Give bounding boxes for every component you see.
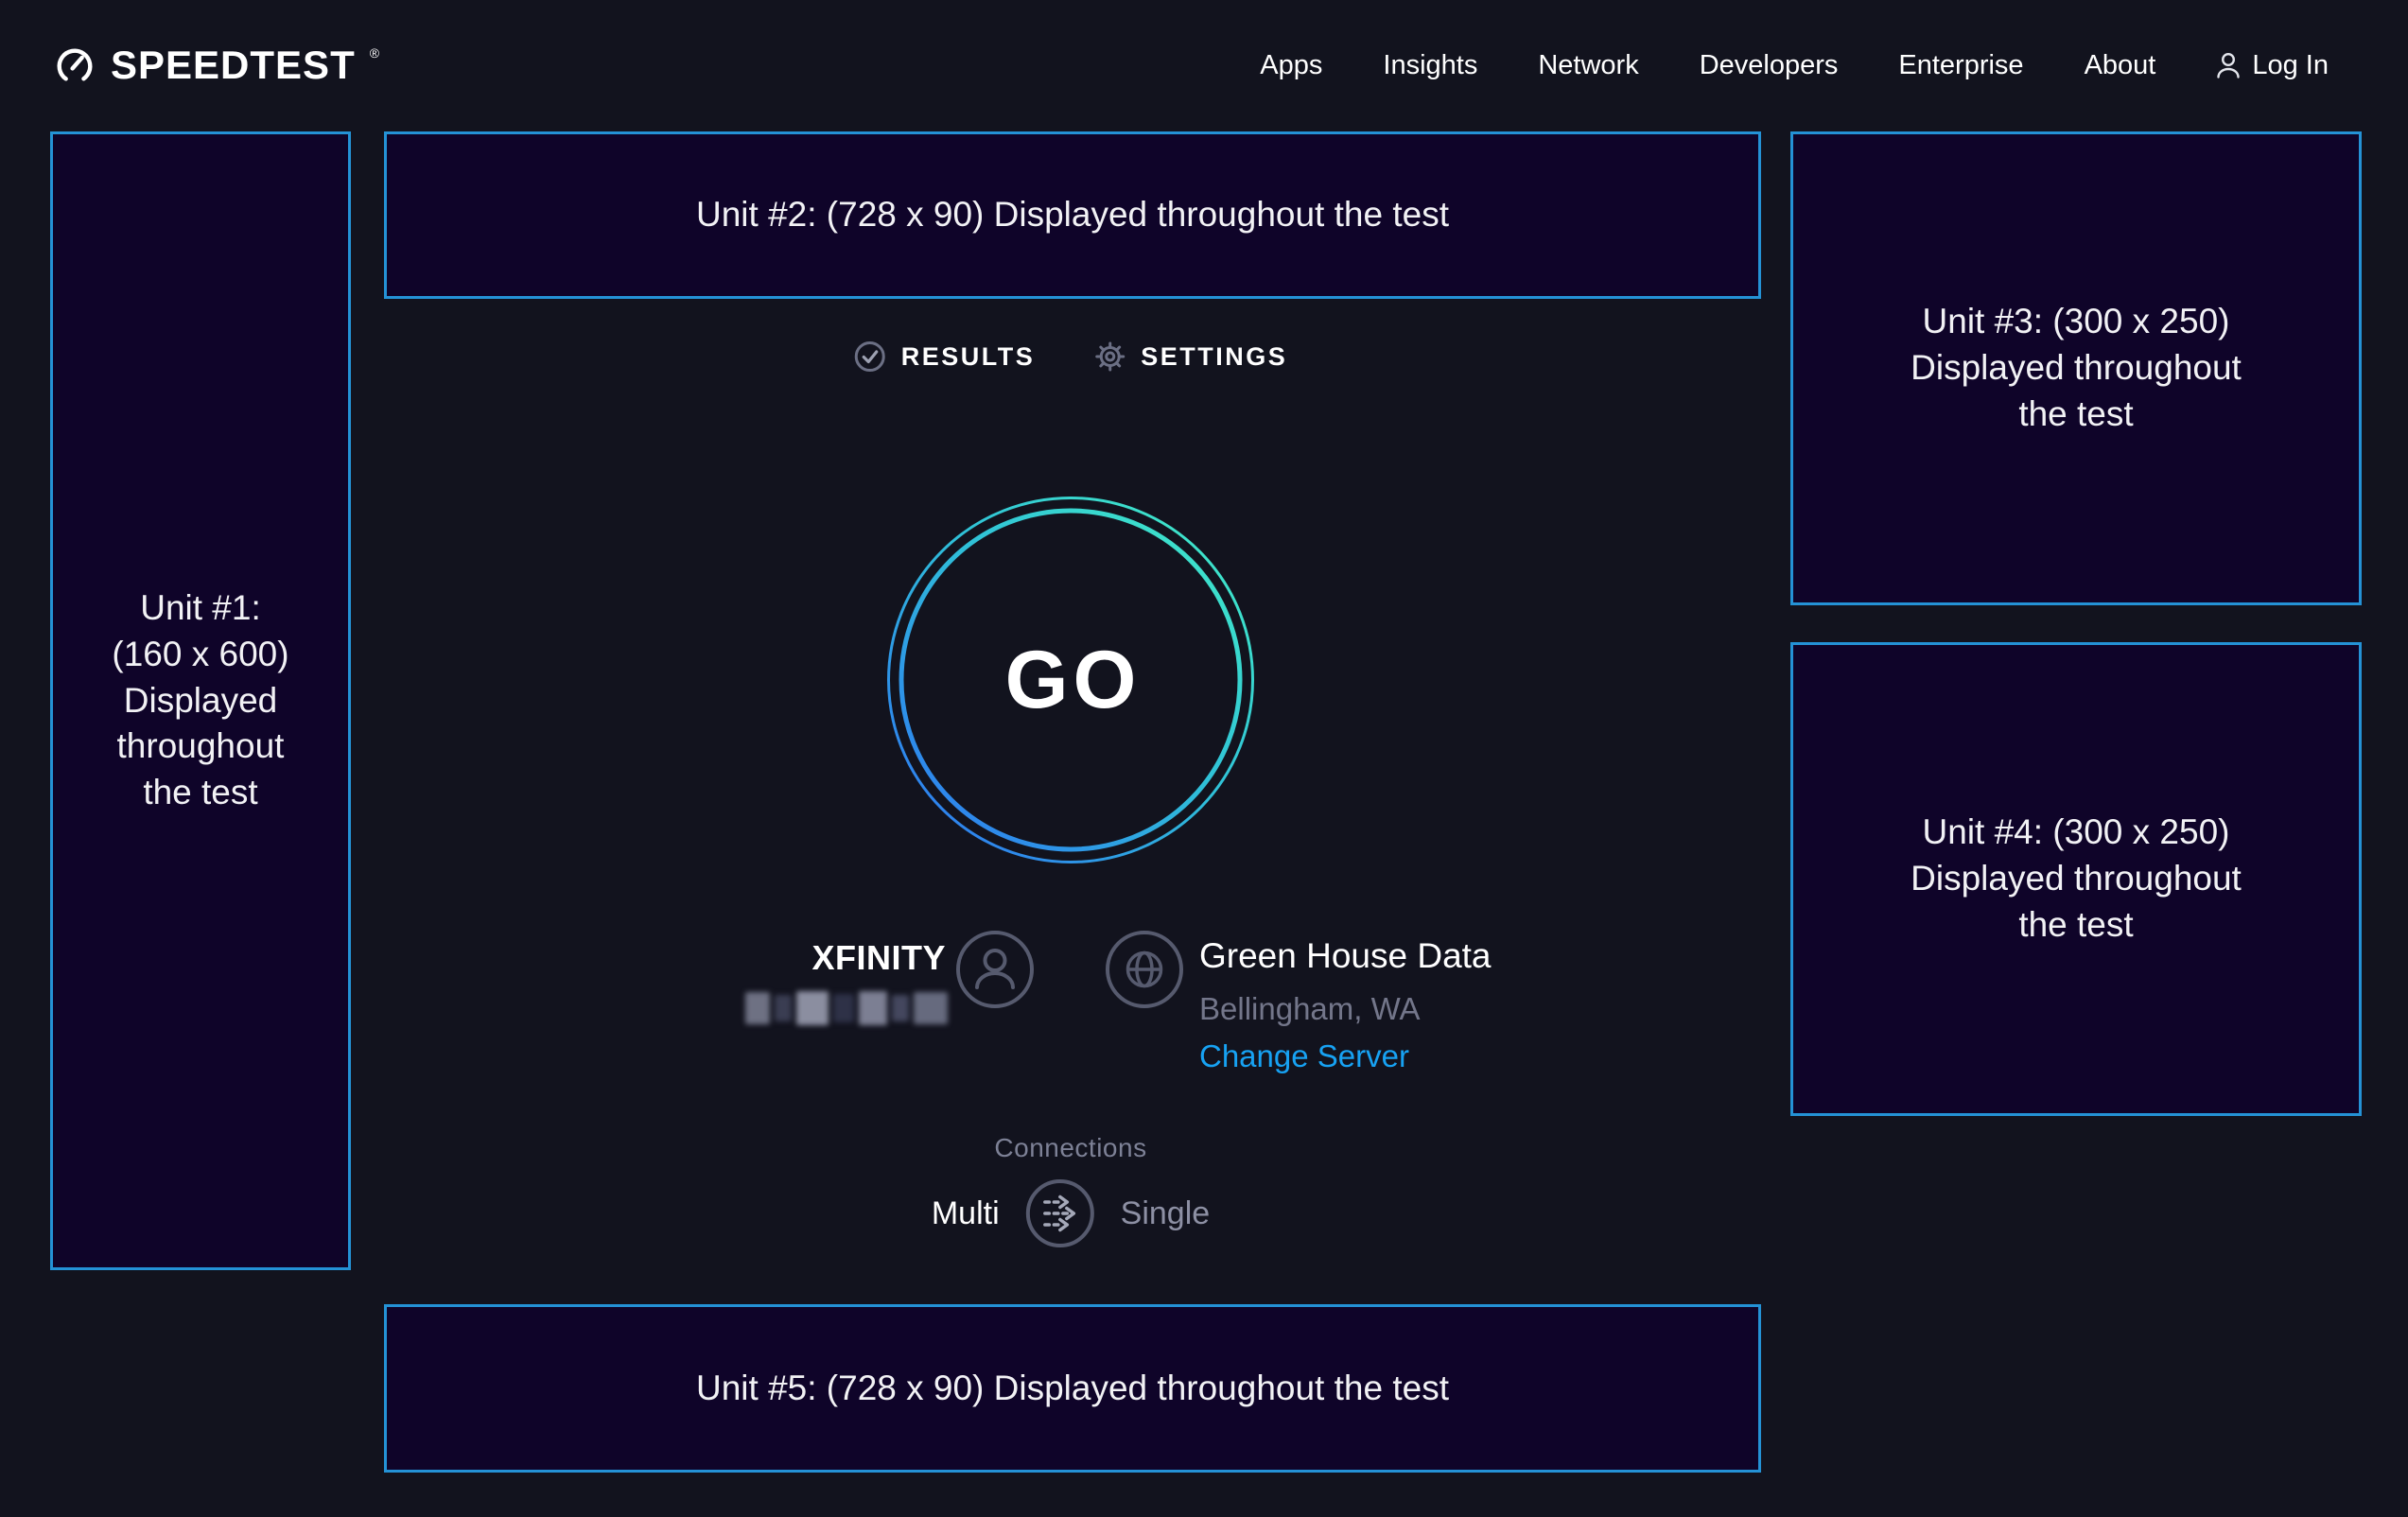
top-nav: SPEEDTEST ® Apps Insights Network Develo… (0, 0, 2408, 131)
ad-unit-5[interactable]: Unit #5: (728 x 90) Displayed throughout… (384, 1304, 1761, 1473)
go-button[interactable]: GO (881, 491, 1260, 869)
user-icon (2216, 51, 2241, 79)
logo-trademark: ® (370, 46, 379, 60)
ad-unit-5-text: Unit #5: (728 x 90) Displayed throughout… (696, 1366, 1449, 1412)
ad-unit-4[interactable]: Unit #4: (300 x 250) Displayed throughou… (1790, 642, 2362, 1116)
login-label: Log In (2252, 50, 2329, 81)
login-button[interactable]: Log In (2216, 50, 2329, 81)
nav-link-about[interactable]: About (2085, 50, 2156, 81)
nav-link-enterprise[interactable]: Enterprise (1898, 50, 2023, 81)
check-circle-icon (854, 340, 886, 373)
tab-results[interactable]: RESULTS (854, 340, 1036, 373)
connections-toggle-row: Multi Single (932, 1177, 1210, 1249)
ad-unit-2-text: Unit #2: (728 x 90) Displayed throughout… (696, 192, 1449, 238)
connections-toggle-icon[interactable] (1024, 1177, 1096, 1249)
ad-unit-3-text: Unit #3: (300 x 250) Displayed throughou… (1911, 299, 2242, 437)
speedtest-page: SPEEDTEST ® Apps Insights Network Develo… (0, 0, 2408, 1517)
connections-single-option[interactable]: Single (1121, 1195, 1211, 1232)
ad-unit-3[interactable]: Unit #3: (300 x 250) Displayed throughou… (1790, 131, 2362, 605)
nav-link-developers[interactable]: Developers (1700, 50, 1839, 81)
nav-link-insights[interactable]: Insights (1383, 50, 1477, 81)
ad-unit-1-text: Unit #1: (160 x 600) Displayed throughou… (112, 585, 288, 816)
tab-settings-label: SETTINGS (1141, 342, 1287, 372)
server-name: Green House Data (1199, 936, 1492, 976)
nav-link-network[interactable]: Network (1538, 50, 1638, 81)
logo-text: SPEEDTEST (111, 43, 356, 88)
change-server-link[interactable]: Change Server (1199, 1038, 1409, 1074)
connections-multi-option[interactable]: Multi (932, 1195, 1000, 1232)
ad-unit-2[interactable]: Unit #2: (728 x 90) Displayed throughout… (384, 131, 1761, 299)
go-label: GO (881, 491, 1260, 869)
nav-links: Apps Insights Network Developers Enterpr… (1260, 50, 2329, 81)
connections-label: Connections (994, 1133, 1146, 1163)
ad-unit-1[interactable]: Unit #1: (160 x 600) Displayed throughou… (50, 131, 351, 1270)
gauge-icon (53, 44, 96, 88)
speedtest-logo[interactable]: SPEEDTEST ® (53, 43, 379, 88)
server-globe-icon (1105, 930, 1184, 1009)
server-location: Bellingham, WA (1199, 991, 1421, 1027)
isp-ip-redacted (745, 989, 948, 1027)
tab-settings[interactable]: SETTINGS (1093, 340, 1287, 373)
isp-person-icon (955, 930, 1035, 1009)
ad-unit-4-text: Unit #4: (300 x 250) Displayed throughou… (1911, 810, 2242, 948)
isp-name: XFINITY (662, 938, 946, 978)
nav-link-apps[interactable]: Apps (1260, 50, 1322, 81)
tab-results-label: RESULTS (901, 342, 1036, 372)
view-tabs: RESULTS SETTINGS (854, 340, 1288, 373)
gear-icon (1093, 340, 1125, 373)
